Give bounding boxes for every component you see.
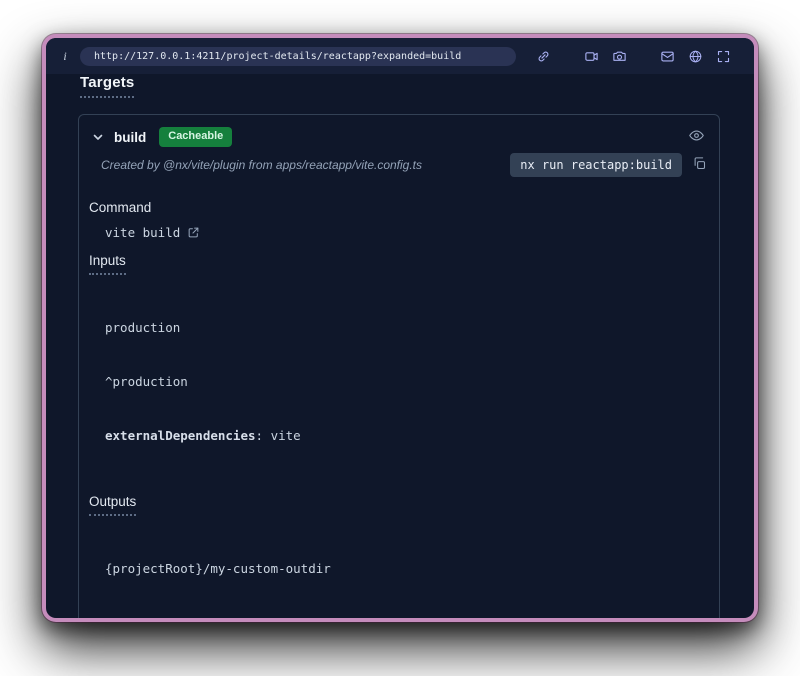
section-label-inputs: Inputs <box>89 253 126 275</box>
outputs-section: Outputs {projectRoot}/my-custom-outdir <box>89 493 709 614</box>
url-bar[interactable]: http://127.0.0.1:4211/project-details/re… <box>80 47 516 66</box>
input-item: ^production <box>105 373 709 391</box>
target-header-build[interactable]: build Cacheable <box>79 115 719 151</box>
input-external-deps: externalDependencies: vite <box>105 427 709 445</box>
command-value: vite build <box>105 225 180 240</box>
target-card-build: build Cacheable Created by @nx/vite/plug… <box>78 114 720 618</box>
target-name[interactable]: build <box>114 130 146 145</box>
link-icon[interactable] <box>536 49 551 64</box>
mail-icon[interactable] <box>660 49 675 64</box>
outputs-list: {projectRoot}/my-custom-outdir <box>105 524 709 614</box>
copy-icon <box>692 156 707 174</box>
input-item: production <box>105 319 709 337</box>
app-window: i http://127.0.0.1:4211/project-details/… <box>42 34 758 622</box>
command-section: Command vite build <box>89 199 709 240</box>
external-link-icon[interactable] <box>187 226 200 239</box>
target-meta-row: Created by @nx/vite/plugin from apps/rea… <box>79 151 719 187</box>
target-details: Command vite build Inputs production <box>79 187 719 618</box>
inputs-section: Inputs production ^production externalDe… <box>89 252 709 481</box>
browser-toolbar: i http://127.0.0.1:4211/project-details/… <box>46 38 754 74</box>
globe-icon[interactable] <box>688 49 703 64</box>
browser-viewport: i http://127.0.0.1:4211/project-details/… <box>46 38 754 618</box>
command-value-line: vite build <box>105 225 709 240</box>
run-command-chip: nx run reactapp:build <box>510 153 682 177</box>
camera-icon[interactable] <box>612 49 627 64</box>
expand-icon[interactable] <box>716 49 731 64</box>
info-icon[interactable]: i <box>60 49 70 64</box>
eye-icon <box>688 127 705 147</box>
created-by-text: Created by @nx/vite/plugin from apps/rea… <box>101 158 502 172</box>
record-icon[interactable] <box>584 49 599 64</box>
targets-heading: Targets <box>80 74 134 98</box>
project-details-content: Targets build Cacheable <box>46 74 754 618</box>
output-item: {projectRoot}/my-custom-outdir <box>105 560 709 578</box>
external-deps-value: vite <box>271 428 301 443</box>
external-deps-sep: : <box>256 428 271 443</box>
cacheable-badge: Cacheable <box>159 127 232 146</box>
view-target-button[interactable] <box>686 125 707 149</box>
copy-button[interactable] <box>690 154 709 176</box>
section-label-outputs: Outputs <box>89 494 136 516</box>
inputs-list: production ^production externalDependenc… <box>105 283 709 481</box>
chevron-down-icon[interactable] <box>91 130 105 144</box>
section-label-command: Command <box>89 200 151 215</box>
external-deps-key: externalDependencies <box>105 428 256 443</box>
toolbar-icons <box>536 49 754 64</box>
